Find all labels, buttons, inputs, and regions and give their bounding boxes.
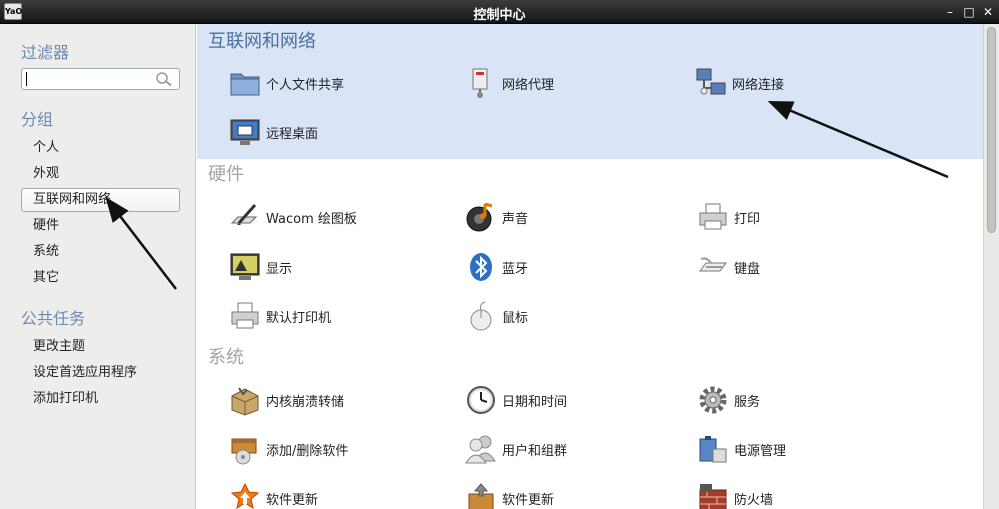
gear-icon bbox=[699, 386, 727, 414]
applet-printing[interactable]: 打印 bbox=[697, 201, 760, 233]
minimize-icon[interactable]: – bbox=[942, 4, 958, 20]
folder-icon bbox=[230, 73, 260, 96]
mouse-icon bbox=[470, 301, 492, 331]
remote-desktop-icon bbox=[230, 119, 260, 145]
text-cursor bbox=[26, 72, 27, 86]
control-panel-content: 互联网和网络 个人文件共享 网络代理 网络连接 远程桌面 硬件 Wacom 绘图… bbox=[197, 24, 983, 509]
applet-label: 软件更新 bbox=[502, 492, 555, 508]
task-add-printer[interactable]: 添加打印机 bbox=[33, 391, 98, 407]
category-heading-hardware: 硬件 bbox=[208, 164, 244, 185]
maximize-icon[interactable]: □ bbox=[961, 4, 977, 20]
firewall-icon bbox=[699, 484, 727, 509]
group-item-appearance[interactable]: 外观 bbox=[33, 166, 59, 182]
applet-label: 网络连接 bbox=[732, 77, 785, 93]
applet-bluetooth[interactable]: 蓝牙 bbox=[465, 251, 528, 283]
applet-personal-file-sharing[interactable]: 个人文件共享 bbox=[229, 67, 344, 99]
applet-label: 电源管理 bbox=[734, 443, 787, 459]
group-item-personal[interactable]: 个人 bbox=[33, 140, 59, 156]
users-icon bbox=[465, 435, 496, 464]
group-heading: 分组 bbox=[21, 110, 54, 129]
applet-label: 键盘 bbox=[734, 261, 761, 277]
vertical-scrollbar[interactable] bbox=[983, 24, 999, 509]
applet-network-proxy[interactable]: 网络代理 bbox=[465, 67, 554, 99]
clock-icon bbox=[467, 386, 495, 414]
applet-label: 默认打印机 bbox=[266, 310, 332, 326]
applet-label: 显示 bbox=[266, 261, 293, 277]
kernel-crash-dump-icon bbox=[231, 387, 259, 416]
sound-icon bbox=[466, 202, 493, 232]
category-heading-internet: 互联网和网络 bbox=[208, 31, 316, 52]
applet-firewall[interactable]: 防火墙 bbox=[697, 482, 773, 509]
applet-remote-desktop[interactable]: 远程桌面 bbox=[229, 116, 318, 148]
applet-mouse[interactable]: 鼠标 bbox=[465, 300, 528, 332]
applet-default-printer[interactable]: 默认打印机 bbox=[229, 300, 331, 332]
group-item-internet-network[interactable]: 互联网和网络 bbox=[21, 188, 180, 212]
bluetooth-icon bbox=[470, 253, 492, 281]
applet-kernel-crash-dump[interactable]: 内核崩溃转储 bbox=[229, 384, 344, 416]
applet-label: 日期和时间 bbox=[502, 394, 568, 410]
applet-label: 个人文件共享 bbox=[266, 77, 345, 93]
group-item-hardware[interactable]: 硬件 bbox=[33, 218, 59, 234]
applet-label: 添加/删除软件 bbox=[266, 443, 349, 459]
applet-label: 网络代理 bbox=[502, 77, 555, 93]
keyboard-icon bbox=[699, 257, 727, 272]
applet-label: 远程桌面 bbox=[266, 126, 319, 142]
applet-label: 防火墙 bbox=[734, 492, 774, 508]
software-package-icon bbox=[231, 438, 257, 465]
applet-label: 鼠标 bbox=[502, 310, 529, 326]
software-update-icon bbox=[230, 482, 260, 509]
search-input[interactable] bbox=[21, 68, 180, 90]
applet-users-groups[interactable]: 用户和组群 bbox=[465, 433, 567, 465]
search-icon[interactable] bbox=[155, 71, 173, 87]
network-proxy-icon bbox=[472, 68, 488, 98]
task-preferred-apps[interactable]: 设定首选应用程序 bbox=[33, 365, 137, 381]
applet-wacom-tablet[interactable]: Wacom 绘图板 bbox=[229, 201, 357, 233]
default-printer-icon bbox=[231, 302, 259, 329]
applet-add-remove-software[interactable]: 添加/删除软件 bbox=[229, 433, 348, 465]
applet-services[interactable]: 服务 bbox=[697, 384, 760, 416]
applet-label: 服务 bbox=[734, 394, 761, 410]
applet-label: Wacom 绘图板 bbox=[266, 211, 357, 227]
scrollbar-thumb[interactable] bbox=[987, 27, 996, 233]
title-bar: YaO 控制中心 – □ ✕ bbox=[0, 0, 999, 24]
applet-network-connections[interactable]: 网络连接 bbox=[695, 67, 784, 99]
applet-date-time[interactable]: 日期和时间 bbox=[465, 384, 567, 416]
close-icon[interactable]: ✕ bbox=[980, 4, 996, 20]
applet-label: 蓝牙 bbox=[502, 261, 529, 277]
applet-sound[interactable]: 声音 bbox=[465, 201, 528, 233]
power-management-icon bbox=[699, 436, 727, 463]
applet-keyboard[interactable]: 键盘 bbox=[697, 251, 760, 283]
software-update-box-icon bbox=[468, 483, 494, 509]
applet-label: 打印 bbox=[734, 211, 761, 227]
tasks-heading: 公共任务 bbox=[21, 309, 86, 328]
printer-icon bbox=[699, 203, 727, 230]
applet-display[interactable]: 显示 bbox=[229, 251, 292, 283]
applet-software-update-2[interactable]: 软件更新 bbox=[465, 482, 554, 509]
applet-label: 软件更新 bbox=[266, 492, 319, 508]
category-heading-system: 系统 bbox=[208, 347, 244, 368]
applet-power-management[interactable]: 电源管理 bbox=[697, 433, 786, 465]
sidebar: 过滤器 分组 个人 外观 互联网和网络 硬件 系统 其它 公共任务 更改主题 设… bbox=[0, 24, 196, 509]
group-item-system[interactable]: 系统 bbox=[33, 244, 59, 260]
applet-label: 用户和组群 bbox=[502, 443, 568, 459]
task-change-theme[interactable]: 更改主题 bbox=[33, 339, 85, 355]
applet-label: 内核崩溃转储 bbox=[266, 394, 345, 410]
applet-software-update[interactable]: 软件更新 bbox=[229, 482, 318, 509]
filter-heading: 过滤器 bbox=[21, 43, 70, 62]
window-title: 控制中心 bbox=[473, 8, 526, 23]
group-item-other[interactable]: 其它 bbox=[33, 270, 59, 286]
applet-label: 声音 bbox=[502, 211, 529, 227]
display-icon bbox=[230, 253, 260, 280]
network-connections-icon bbox=[696, 68, 726, 95]
drawing-tablet-icon bbox=[230, 204, 258, 225]
